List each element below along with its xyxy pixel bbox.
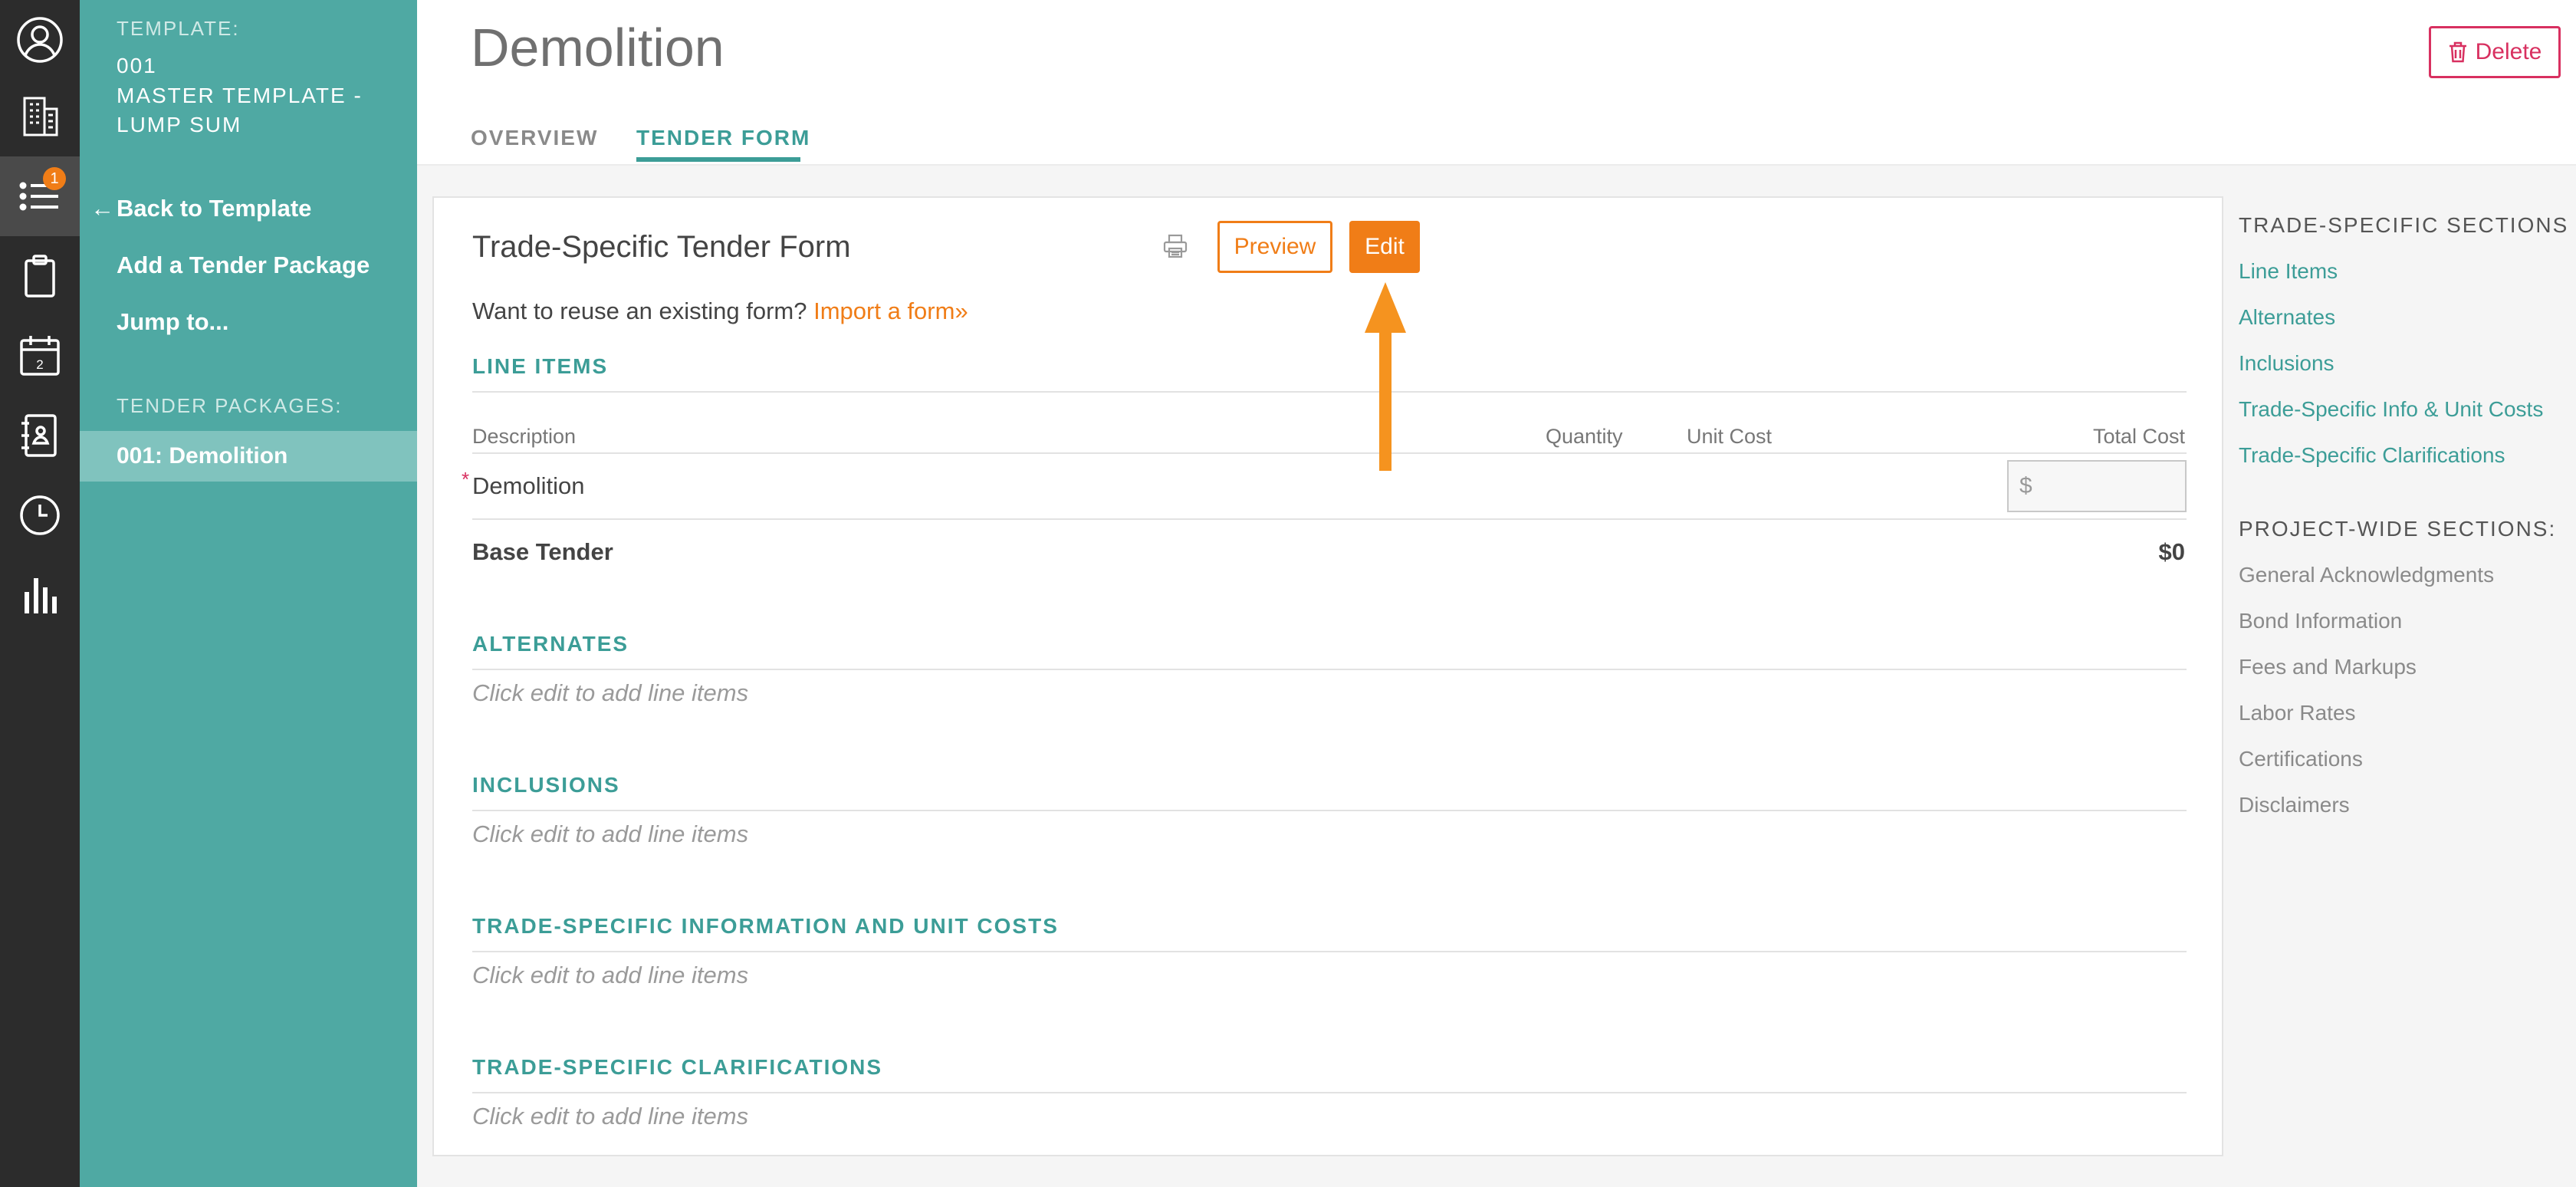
section-link-trade-info[interactable]: Trade-Specific Info & Unit Costs (2239, 397, 2543, 422)
back-to-template-link[interactable]: ← Back to Template (90, 195, 312, 222)
alternates-empty-text: Click edit to add line items (472, 679, 749, 706)
directory-nav[interactable] (0, 396, 80, 475)
back-to-template-label: Back to Template (117, 195, 312, 222)
trash-icon (2449, 41, 2466, 63)
project-sections-heading: PROJECT-WIDE SECTIONS: (2239, 517, 2557, 541)
section-link-alternates[interactable]: Alternates (2239, 305, 2335, 330)
clock-icon (20, 495, 60, 535)
section-link-bond-information[interactable]: Bond Information (2239, 609, 2402, 633)
address-book-icon (21, 414, 57, 457)
template-name: MASTER TEMPLATE - LUMP SUM (117, 84, 363, 136)
print-icon[interactable] (1162, 233, 1188, 259)
calendar-nav[interactable]: 2 (0, 316, 80, 396)
column-description: Description (472, 425, 577, 448)
clipboard-nav[interactable] (0, 236, 80, 316)
column-total-cost: Total Cost (2092, 425, 2185, 448)
section-link-line-items[interactable]: Line Items (2239, 259, 2338, 284)
required-marker: * (462, 468, 470, 491)
jump-to-link[interactable]: Jump to... (117, 308, 228, 336)
tab-tender-form[interactable]: TENDER FORM (636, 126, 810, 150)
clarifications-heading: TRADE-SPECIFIC CLARIFICATIONS (472, 1055, 883, 1079)
total-cost-input[interactable]: $ (2007, 460, 2187, 512)
line-item-description: Demolition (472, 472, 585, 499)
column-unit-cost: Unit Cost (1687, 425, 1773, 448)
section-link-certifications[interactable]: Certifications (2239, 747, 2363, 771)
clarifications-empty-text: Click edit to add line items (472, 1103, 749, 1129)
annotation-arrow-icon (1365, 282, 1406, 471)
template-number: 001 (117, 54, 157, 77)
active-tab-indicator (636, 157, 800, 162)
delete-label: Delete (2475, 39, 2542, 64)
template-panel: TEMPLATE: 001 MASTER TEMPLATE - LUMP SUM… (80, 0, 417, 1187)
calendar-icon: 2 (20, 336, 60, 376)
delete-button[interactable]: Delete (2429, 26, 2561, 78)
edit-button[interactable]: Edit (1349, 221, 1420, 273)
tender-packages-label: TENDER PACKAGES: (117, 394, 343, 417)
page-header: Demolition OVERVIEW TENDER FORM Delete (417, 0, 2576, 166)
line-items-heading: LINE ITEMS (472, 354, 609, 378)
inclusions-heading: INCLUSIONS (472, 773, 620, 797)
tender-packages-nav[interactable]: 1 (0, 156, 80, 236)
divider (472, 1092, 2187, 1093)
notification-badge: 1 (43, 167, 66, 190)
divider (472, 518, 2187, 520)
divider (472, 951, 2187, 952)
divider (472, 391, 2187, 393)
currency-symbol: $ (2019, 473, 2032, 498)
profile-nav[interactable] (0, 0, 80, 80)
section-link-clarifications[interactable]: Trade-Specific Clarifications (2239, 443, 2505, 468)
divider (472, 452, 2187, 454)
calendar-day: 2 (36, 357, 43, 372)
base-tender-total: $0 (2158, 538, 2185, 565)
tender-form-card: Trade-Specific Tender Form Preview Edit … (432, 196, 2223, 1156)
building-icon (23, 97, 58, 136)
trade-info-empty-text: Click edit to add line items (472, 962, 749, 988)
add-tender-package-link[interactable]: Add a Tender Package (117, 252, 370, 279)
base-tender-label: Base Tender (472, 538, 613, 565)
page-title: Demolition (471, 18, 724, 77)
import-form-link[interactable]: Import a form» (813, 298, 968, 324)
user-avatar-icon (17, 17, 63, 63)
section-link-disclaimers[interactable]: Disclaimers (2239, 793, 2350, 817)
companies-nav[interactable] (0, 77, 80, 156)
arrow-left-icon: ← (90, 195, 114, 222)
column-quantity: Quantity (1546, 425, 1623, 448)
divider (472, 669, 2187, 670)
alternates-heading: ALTERNATES (472, 632, 629, 656)
icon-rail: 1 2 (0, 0, 80, 1187)
reports-nav[interactable] (0, 555, 80, 635)
history-nav[interactable] (0, 475, 80, 555)
divider (472, 810, 2187, 811)
reuse-text: Want to reuse an existing form? (472, 298, 807, 324)
preview-button[interactable]: Preview (1217, 221, 1332, 273)
bar-chart-icon (25, 578, 57, 613)
reuse-form-prompt: Want to reuse an existing form? Import a… (472, 298, 968, 325)
section-link-fees-markups[interactable]: Fees and Markups (2239, 655, 2417, 679)
trade-sections-heading: TRADE-SPECIFIC SECTIONS (2239, 213, 2569, 237)
section-link-inclusions[interactable]: Inclusions (2239, 351, 2334, 376)
template-label: TEMPLATE: (117, 17, 240, 40)
inclusions-empty-text: Click edit to add line items (472, 820, 749, 847)
tab-overview[interactable]: OVERVIEW (471, 126, 598, 150)
form-title: Trade-Specific Tender Form (472, 230, 851, 264)
tender-package-item[interactable]: 001: Demolition (80, 431, 417, 482)
section-link-labor-rates[interactable]: Labor Rates (2239, 701, 2356, 725)
section-link-acknowledgments[interactable]: General Acknowledgments (2239, 563, 2494, 587)
clipboard-icon (25, 255, 55, 298)
trade-info-heading: TRADE-SPECIFIC INFORMATION AND UNIT COST… (472, 914, 1059, 938)
